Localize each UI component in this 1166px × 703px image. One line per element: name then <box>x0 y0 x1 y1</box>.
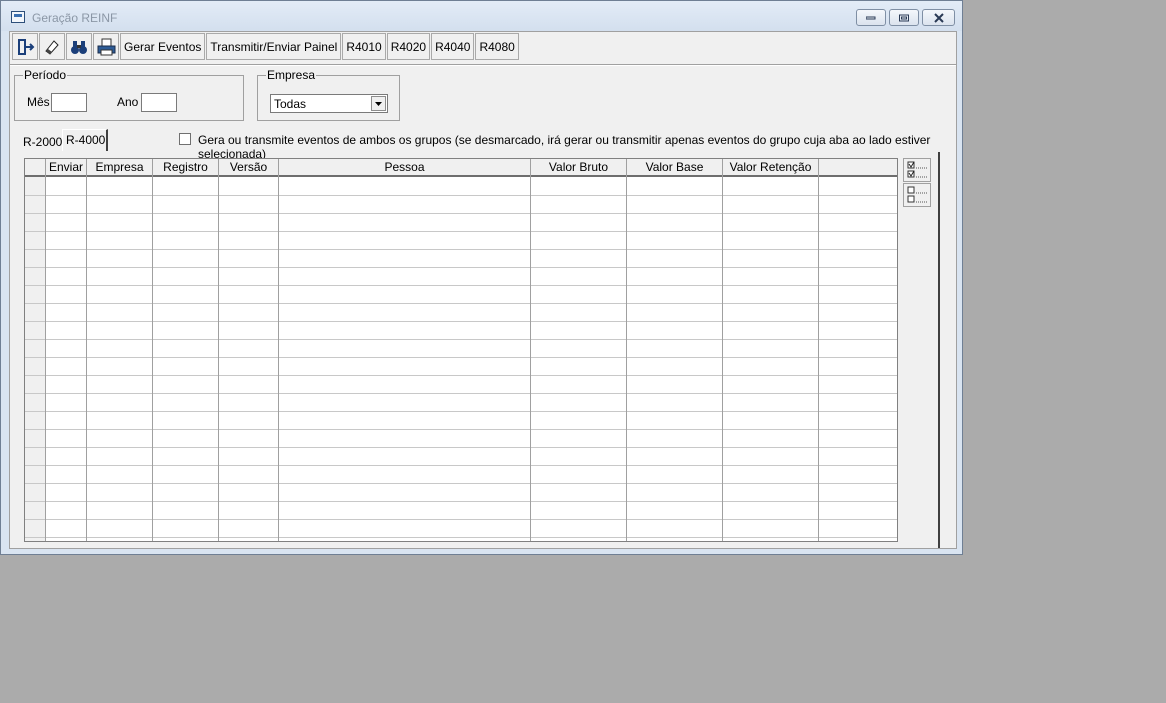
main-window: Geração REINF Gerar Eventos Transmitir/E… <box>0 0 963 555</box>
toolbar: Gerar Eventos Transmitir/Enviar Painel R… <box>12 33 520 61</box>
empresa-group: Empresa Todas <box>257 68 400 121</box>
close-button[interactable] <box>922 9 955 26</box>
title-bar[interactable]: Geração REINF <box>1 1 962 31</box>
col-header-valor-base[interactable]: Valor Base <box>627 159 722 177</box>
minimize-icon <box>866 16 876 19</box>
mes-input[interactable] <box>51 93 87 112</box>
r4080-button[interactable]: R4080 <box>475 33 519 60</box>
ano-label: Ano <box>117 95 139 109</box>
table-row-line <box>25 519 897 520</box>
col-divider <box>626 159 627 541</box>
col-header-enviar[interactable]: Enviar <box>46 159 86 177</box>
restore-icon <box>899 14 909 21</box>
tab-r2000[interactable]: R-2000 <box>23 135 62 149</box>
col-divider <box>722 159 723 541</box>
col-divider <box>530 159 531 541</box>
uncheck-all-icon <box>907 186 928 203</box>
gerar-eventos-button[interactable]: Gerar Eventos <box>120 33 206 60</box>
check-all-button[interactable] <box>903 158 931 182</box>
side-panel <box>900 152 940 548</box>
search-button[interactable] <box>66 33 92 60</box>
table-row-line <box>25 483 897 484</box>
exit-button[interactable] <box>12 33 38 60</box>
table-row-line <box>25 339 897 340</box>
table-row-line <box>25 447 897 448</box>
window-title: Geração REINF <box>32 11 118 25</box>
col-divider <box>278 159 279 541</box>
transmitir-painel-button[interactable]: Transmitir/Enviar Painel <box>206 33 342 60</box>
table-row-line <box>25 249 897 250</box>
col-header-registro[interactable]: Registro <box>153 159 218 177</box>
uncheck-all-button[interactable] <box>903 183 931 207</box>
printer-icon <box>97 38 116 55</box>
row-indicator-column <box>25 159 45 541</box>
table-row-line <box>25 285 897 286</box>
both-groups-label: Gera ou transmite eventos de ambos os gr… <box>198 133 931 161</box>
col-divider <box>45 159 46 541</box>
periodo-legend: Período <box>24 68 67 82</box>
table-row-line <box>25 303 897 304</box>
app-icon <box>11 11 25 23</box>
table-row-line <box>25 267 897 268</box>
client-area: Gerar Eventos Transmitir/Enviar Painel R… <box>9 31 957 549</box>
col-header-versao[interactable]: Versão <box>219 159 278 177</box>
col-divider <box>218 159 219 541</box>
table-row-line <box>25 321 897 322</box>
col-divider <box>86 159 87 541</box>
table-row-line <box>25 429 897 430</box>
close-icon <box>933 12 944 23</box>
table-row-line <box>25 195 897 196</box>
print-button[interactable] <box>93 33 119 60</box>
table-row-line <box>25 231 897 232</box>
r4040-button[interactable]: R4040 <box>431 33 475 60</box>
table-row-line <box>25 213 897 214</box>
tab-r4000[interactable]: R-4000 <box>62 129 108 151</box>
r4020-button[interactable]: R4020 <box>386 33 431 60</box>
periodo-group: Período Mês Ano <box>14 68 244 121</box>
both-groups-checkbox[interactable] <box>179 133 191 145</box>
clear-button[interactable] <box>39 33 65 60</box>
empresa-select[interactable]: Todas <box>270 94 388 113</box>
r4010-button[interactable]: R4010 <box>342 33 386 60</box>
table-row-line <box>25 411 897 412</box>
ano-input[interactable] <box>141 93 177 112</box>
binoculars-icon <box>71 40 87 54</box>
col-divider <box>818 159 819 541</box>
grid-corner <box>25 159 45 177</box>
events-grid[interactable]: Enviar Empresa Registro Versão Pessoa Va… <box>24 158 898 542</box>
table-row-line <box>25 501 897 502</box>
col-header-empresa[interactable]: Empresa <box>87 159 152 177</box>
exit-icon <box>18 38 35 55</box>
col-header-valor-retencao[interactable]: Valor Retenção <box>723 159 818 177</box>
col-header-pessoa[interactable]: Pessoa <box>279 159 530 177</box>
mes-label: Mês <box>27 95 50 109</box>
empresa-dropdown-button[interactable] <box>371 96 386 111</box>
col-divider <box>152 159 153 541</box>
minimize-button[interactable] <box>856 9 886 26</box>
check-all-icon <box>907 161 928 178</box>
toolbar-separator <box>10 64 956 66</box>
table-row-line <box>25 393 897 394</box>
chevron-down-icon <box>375 102 382 106</box>
maximize-button[interactable] <box>889 9 919 26</box>
table-row-line <box>25 465 897 466</box>
empresa-legend: Empresa <box>267 68 316 82</box>
col-header-valor-bruto[interactable]: Valor Bruto <box>531 159 626 177</box>
eraser-icon <box>45 39 59 55</box>
table-row-line <box>25 375 897 376</box>
empresa-selected: Todas <box>274 97 307 111</box>
col-header-filler <box>819 159 897 177</box>
tab-r4000-label: R-4000 <box>66 133 106 147</box>
table-row-line <box>25 357 897 358</box>
table-row-line <box>25 537 897 538</box>
